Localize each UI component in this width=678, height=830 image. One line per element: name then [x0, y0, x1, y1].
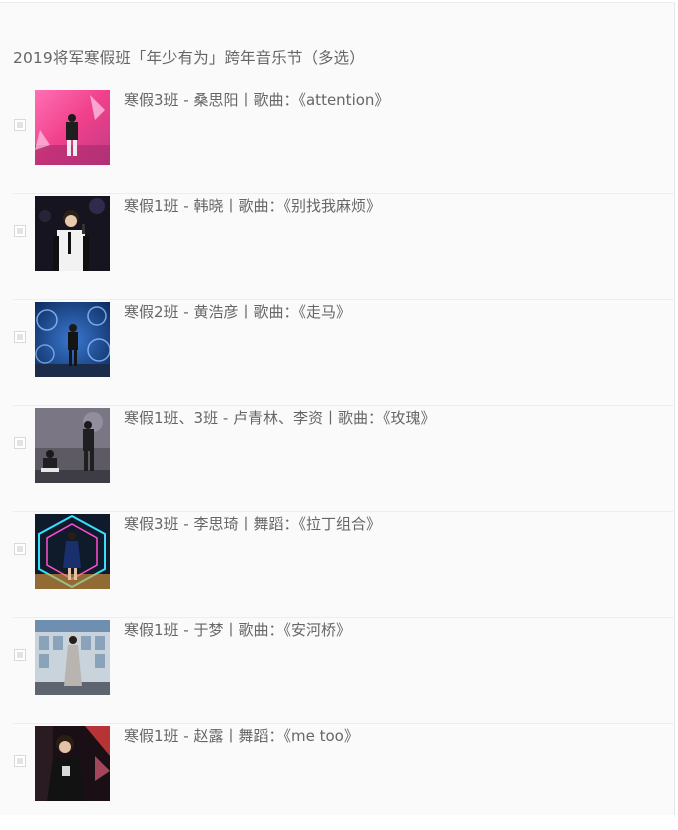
option-item[interactable]: 寒假1班 - 赵露丨舞蹈：《me too》 — [13, 724, 675, 830]
performer-photo — [35, 302, 110, 377]
performer-photo — [35, 514, 110, 589]
option-item[interactable]: 寒假3班 - 桑思阳丨歌曲：《attention》 — [13, 88, 675, 194]
option-checkbox[interactable] — [14, 119, 26, 131]
option-item[interactable]: 寒假2班 - 黄浩彦丨歌曲：《走马》 — [13, 300, 675, 406]
option-label: 寒假1班 - 赵露丨舞蹈：《me too》 — [124, 727, 359, 745]
option-label: 寒假1班、3班 - 卢青林、李资丨歌曲：《玫瑰》 — [124, 409, 436, 427]
option-label: 寒假3班 - 桑思阳丨歌曲：《attention》 — [124, 91, 390, 109]
option-checkbox[interactable] — [14, 225, 26, 237]
option-checkbox[interactable] — [14, 331, 26, 343]
performer-photo — [35, 726, 110, 801]
performer-photo — [35, 196, 110, 271]
option-checkbox[interactable] — [14, 649, 26, 661]
option-item[interactable]: 寒假1班、3班 - 卢青林、李资丨歌曲：《玫瑰》 — [13, 406, 675, 512]
options-list: 寒假3班 - 桑思阳丨歌曲：《attention》 寒假1班 - 韩晓丨歌曲：《… — [13, 88, 675, 830]
option-checkbox[interactable] — [14, 755, 26, 767]
question-title: 2019将军寒假班「年少有为」跨年音乐节（多选） — [13, 49, 365, 67]
survey-question-panel: 2019将军寒假班「年少有为」跨年音乐节（多选） 寒假3班 - 桑思阳丨歌曲：《… — [0, 2, 675, 815]
option-label: 寒假1班 - 于梦丨歌曲：《安河桥》 — [124, 621, 351, 639]
performer-photo — [35, 620, 110, 695]
option-item[interactable]: 寒假3班 - 李思琦丨舞蹈：《拉丁组合》 — [13, 512, 675, 618]
option-item[interactable]: 寒假1班 - 韩晓丨歌曲：《别找我麻烦》 — [13, 194, 675, 300]
performer-photo — [35, 408, 110, 483]
option-checkbox[interactable] — [14, 437, 26, 449]
option-label: 寒假2班 - 黄浩彦丨歌曲：《走马》 — [124, 303, 351, 321]
option-item[interactable]: 寒假1班 - 于梦丨歌曲：《安河桥》 — [13, 618, 675, 724]
option-label: 寒假1班 - 韩晓丨歌曲：《别找我麻烦》 — [124, 197, 381, 215]
performer-photo — [35, 90, 110, 165]
option-checkbox[interactable] — [14, 543, 26, 555]
option-label: 寒假3班 - 李思琦丨舞蹈：《拉丁组合》 — [124, 515, 381, 533]
